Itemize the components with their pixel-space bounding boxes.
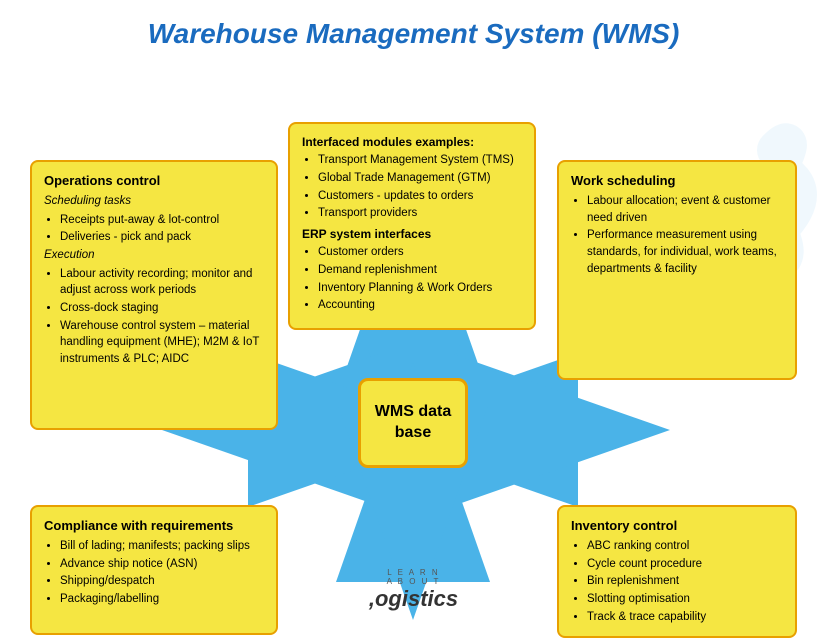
inventory-items: ABC ranking control Cycle count procedur… <box>571 538 783 625</box>
list-item: Transport providers <box>318 205 522 222</box>
execution-subheading: Execution <box>44 247 264 264</box>
work-scheduling-heading: Work scheduling <box>571 172 783 191</box>
work-scheduling-box: Work scheduling Labour allocation; event… <box>557 160 797 380</box>
list-item: Track & trace capability <box>587 609 783 626</box>
erp-subheading: ERP system interfaces <box>302 226 522 243</box>
compliance-heading: Compliance with requirements <box>44 517 264 536</box>
page-title: Warehouse Management System (WMS) <box>0 0 827 60</box>
learn-text: L E A R NA B O U T <box>369 568 458 586</box>
list-item: Warehouse control system – material hand… <box>60 318 264 368</box>
wms-label: WMS data base <box>375 402 451 444</box>
list-item: Packaging/labelling <box>60 591 264 608</box>
interfaced-items: Transport Management System (TMS) Global… <box>302 152 522 222</box>
diagram-area: Operations control Scheduling tasks Rece… <box>0 60 827 620</box>
compliance-box: Compliance with requirements Bill of lad… <box>30 505 278 635</box>
list-item: Labour allocation; event & customer need… <box>587 193 783 226</box>
list-item: Transport Management System (TMS) <box>318 152 522 169</box>
operations-control-box: Operations control Scheduling tasks Rece… <box>30 160 278 430</box>
list-item: Bin replenishment <box>587 573 783 590</box>
list-item: Demand replenishment <box>318 262 522 279</box>
list-item: Customers - updates to orders <box>318 188 522 205</box>
scheduling-items: Receipts put-away & lot-control Deliveri… <box>44 212 264 246</box>
list-item: Inventory Planning & Work Orders <box>318 280 522 297</box>
inventory-control-box: Inventory control ABC ranking control Cy… <box>557 505 797 638</box>
list-item: Bill of lading; manifests; packing slips <box>60 538 264 555</box>
list-item: Performance measurement using standards,… <box>587 227 783 277</box>
wms-center-box: WMS data base <box>358 378 468 468</box>
interfaced-heading: Interfaced modules examples: <box>302 134 522 151</box>
inventory-heading: Inventory control <box>571 517 783 536</box>
work-scheduling-items: Labour allocation; event & customer need… <box>571 193 783 277</box>
compliance-items: Bill of lading; manifests; packing slips… <box>44 538 264 608</box>
list-item: Cross-dock staging <box>60 300 264 317</box>
list-item: Shipping/despatch <box>60 573 264 590</box>
operations-heading: Operations control <box>44 172 264 191</box>
execution-items: Labour activity recording; monitor and a… <box>44 266 264 368</box>
logo-area: L E A R NA B O U T ,ogistics <box>369 568 458 612</box>
erp-items: Customer orders Demand replenishment Inv… <box>302 244 522 314</box>
list-item: Global Trade Management (GTM) <box>318 170 522 187</box>
list-item: Accounting <box>318 297 522 314</box>
list-item: Advance ship notice (ASN) <box>60 556 264 573</box>
list-item: Slotting optimisation <box>587 591 783 608</box>
list-item: Customer orders <box>318 244 522 261</box>
list-item: Cycle count procedure <box>587 556 783 573</box>
list-item: Deliveries - pick and pack <box>60 229 264 246</box>
logistics-text: ,ogistics <box>369 586 458 612</box>
list-item: ABC ranking control <box>587 538 783 555</box>
list-item: Receipts put-away & lot-control <box>60 212 264 229</box>
scheduling-subheading: Scheduling tasks <box>44 193 264 210</box>
list-item: Labour activity recording; monitor and a… <box>60 266 264 299</box>
interfaced-modules-box: Interfaced modules examples: Transport M… <box>288 122 536 330</box>
